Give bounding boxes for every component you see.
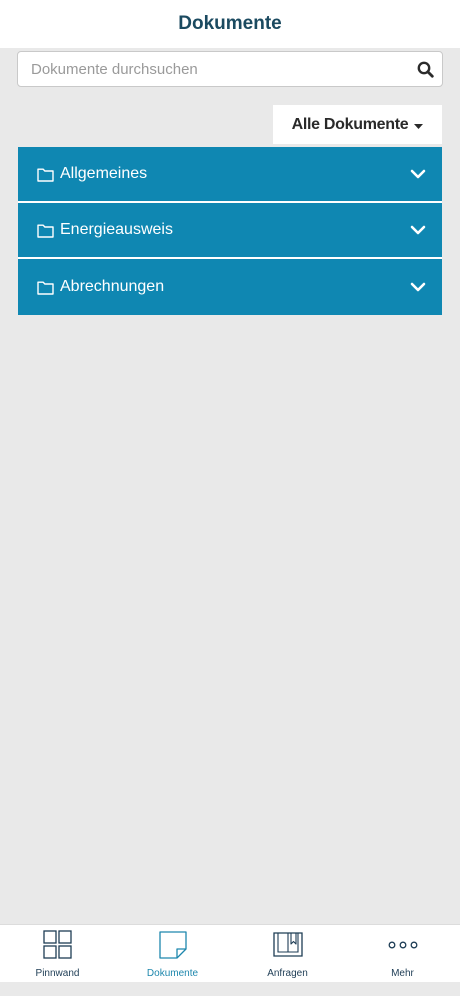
nav-item-mehr[interactable]: Mehr [345, 925, 460, 982]
folder-item-abrechnungen[interactable]: Abrechnungen [18, 259, 442, 315]
search-input[interactable] [18, 52, 408, 86]
chevron-down-icon [410, 225, 426, 235]
nav-label: Dokumente [146, 968, 199, 979]
document-icon [158, 931, 187, 959]
more-icon [388, 941, 417, 949]
folder-label: Energieausweis [60, 221, 173, 238]
document-filter-label: Alle Dokumente [291, 115, 409, 133]
caret-down-icon [414, 116, 424, 134]
nav-label: Anfragen [267, 968, 308, 979]
folder-icon [37, 168, 54, 182]
nav-item-pinnwand[interactable]: Pinnwand [0, 925, 115, 982]
chevron-down-icon [410, 282, 426, 292]
chevron-down-icon [410, 169, 426, 179]
folder-icon [37, 281, 54, 295]
folder-item-energieausweis[interactable]: Energieausweis [18, 203, 442, 259]
document-filter-dropdown[interactable]: Alle Dokumente [273, 105, 442, 144]
nav-item-anfragen[interactable]: Anfragen [230, 925, 345, 982]
folder-list: Allgemeines Energieausweis Abrechnungen [18, 147, 442, 315]
nav-label: Mehr [391, 968, 414, 979]
bottom-nav: Pinnwand Dokumente Anfragen Mehr [0, 924, 460, 982]
nav-item-dokumente[interactable]: Dokumente [115, 925, 230, 982]
search-icon[interactable] [408, 52, 442, 86]
nav-label: Pinnwand [35, 968, 80, 979]
app-root: Dokumente Alle Dokumente Allgemeines [0, 0, 460, 996]
page-title: Dokumente [178, 13, 282, 34]
search-bar [17, 51, 443, 87]
header-bar: Dokumente [0, 0, 460, 48]
folder-label: Allgemeines [60, 165, 148, 182]
grid-icon [42, 930, 72, 959]
folder-icon [37, 224, 54, 238]
book-icon [272, 932, 303, 957]
folder-label: Abrechnungen [60, 278, 165, 295]
folder-item-allgemeines[interactable]: Allgemeines [18, 147, 442, 203]
